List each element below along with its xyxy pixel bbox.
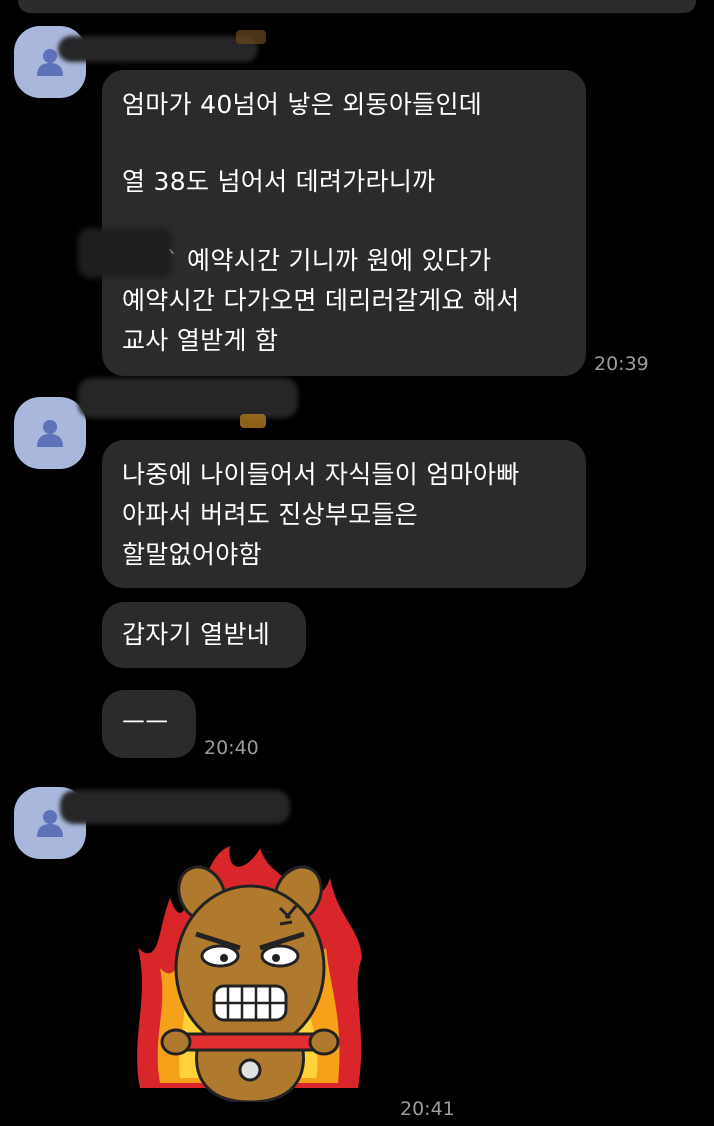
message-timestamp: 20:40 xyxy=(204,737,259,759)
message-line: 예약시간 다가오면 데리러갈게요 해서 xyxy=(122,286,520,315)
message-bubble[interactable]: ㅡㅡ xyxy=(102,690,196,758)
message-line: 갑자기 열받네 xyxy=(122,620,271,649)
message-line: 엄마가 40넘어 낳은 외동아들인데 xyxy=(122,90,483,119)
message-timestamp: 20:39 xyxy=(594,353,649,375)
angry-bear-sticker[interactable] xyxy=(130,838,370,1102)
sender-name-redacted xyxy=(78,378,298,418)
message-bubble[interactable]: 나중에 나이들어서 자식들이 엄마아빠 아파서 버려도 진상부모들은 할말없어야… xyxy=(102,440,586,588)
message-line: ` 예약시간 기니까 원에 있다가 xyxy=(166,246,492,275)
message-line: 교사 열받게 함 xyxy=(122,326,279,355)
message-line: ㅡㅡ xyxy=(122,708,169,737)
message-line: 열 38도 넘어서 데려가라니까 xyxy=(122,167,436,196)
message-line: 아파서 버려도 진상부모들은 xyxy=(122,500,419,529)
sender-name-redacted xyxy=(58,36,258,62)
name-emoji-icon xyxy=(236,30,266,44)
person-icon xyxy=(37,420,63,447)
name-emoji-icon xyxy=(240,414,266,428)
text-redaction xyxy=(78,228,172,278)
sender-avatar[interactable] xyxy=(14,397,86,469)
sender-name-redacted xyxy=(60,790,290,824)
top-bubble-edge xyxy=(18,0,696,13)
message-bubble[interactable]: 갑자기 열받네 xyxy=(102,602,306,668)
message-line: 할말없어야함 xyxy=(122,540,262,569)
person-icon xyxy=(37,810,63,837)
message-line: 나중에 나이들어서 자식들이 엄마아빠 xyxy=(122,460,520,489)
sticker-timestamp: 20:41 xyxy=(400,1098,455,1120)
message-bubble[interactable]: 엄마가 40넘어 낳은 외동아들인데 열 38도 넘어서 데려가라니까 ` 예약… xyxy=(102,70,586,376)
